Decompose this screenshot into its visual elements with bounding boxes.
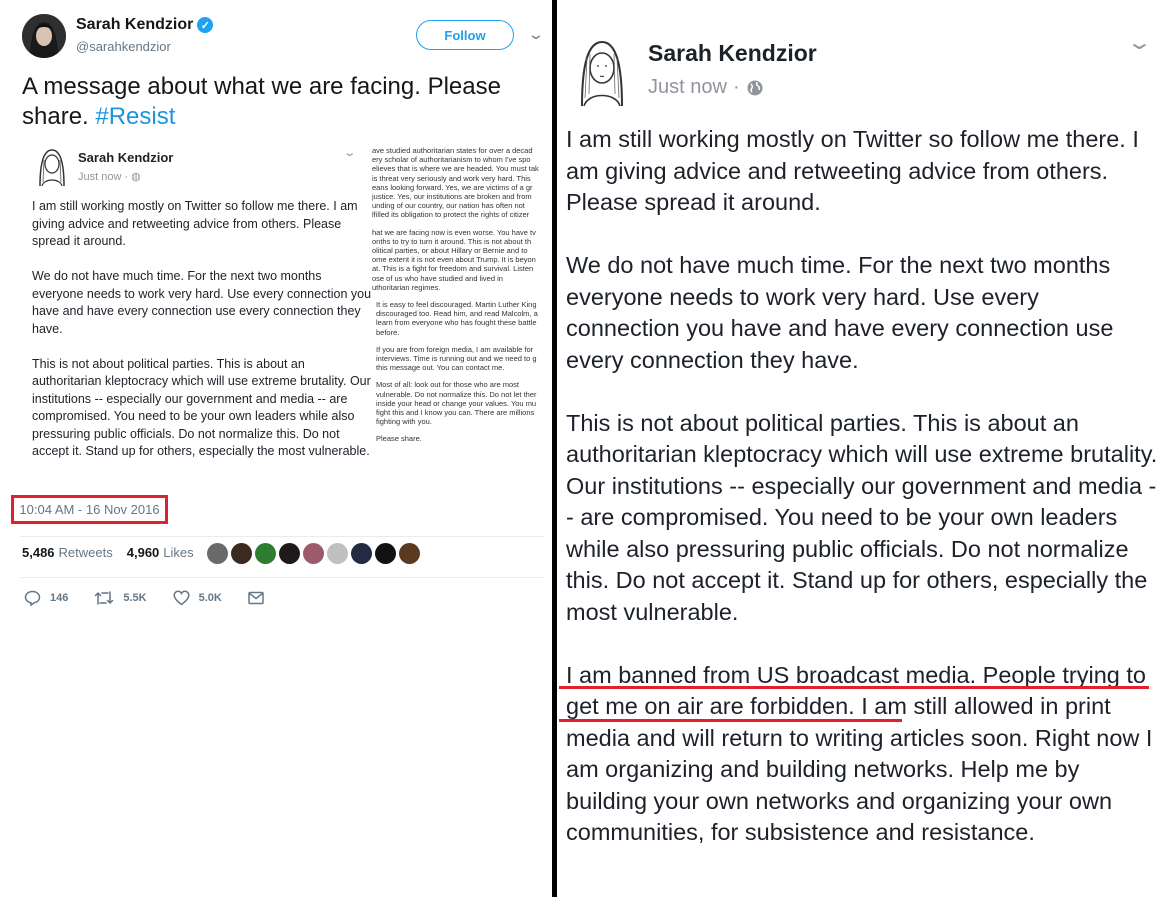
col2-block-f: Please share. xyxy=(372,434,548,443)
column-line: ave studied authoritarian states for ove… xyxy=(372,146,533,155)
meta-dot: · xyxy=(732,76,740,98)
column-line: elieves that is where we are headed. You… xyxy=(372,164,539,174)
embed-paragraph-1: I am still working mostly on Twitter so … xyxy=(32,199,358,248)
liker-avatar[interactable] xyxy=(231,543,252,564)
verified-icon: ✓ xyxy=(197,17,214,33)
post-paragraph-1: I am still working mostly on Twitter so … xyxy=(566,126,1139,215)
author-handle[interactable]: @sarahkendzior xyxy=(76,39,171,54)
column-line: It is easy to feel discouraged. Martin L… xyxy=(376,300,537,310)
column-line: Please share. xyxy=(376,434,422,444)
embed-meta: Just now · ◍ xyxy=(78,171,141,183)
col2-block-d: If you are from foreign media, I am avai… xyxy=(372,345,548,373)
chevron-down-icon[interactable]: ⌄ xyxy=(527,26,545,43)
highlight-underline xyxy=(559,719,902,722)
reply-icon xyxy=(24,590,41,606)
post-author-name[interactable]: Sarah Kendzior xyxy=(648,40,817,67)
liker-avatar[interactable] xyxy=(279,543,300,564)
chevron-down-icon[interactable]: ⌄ xyxy=(1126,30,1153,55)
post-paragraph-2: We do not have much time. For the next t… xyxy=(566,252,1114,373)
column-line: ose of us who have studied and lived in xyxy=(372,273,503,283)
liker-avatar[interactable] xyxy=(351,543,372,564)
column-line: interviews. Time is running out and we n… xyxy=(376,354,537,364)
column-line: before. xyxy=(376,327,400,337)
likers-avatars[interactable] xyxy=(207,543,420,564)
liker-avatar[interactable] xyxy=(375,543,396,564)
message-icon xyxy=(248,591,264,605)
author-name-text[interactable]: Sarah Kendzior xyxy=(76,16,193,34)
author-name[interactable]: Sarah Kendzior ✓ xyxy=(76,16,214,34)
post-meta: Just now · xyxy=(648,76,764,99)
embed-paragraph-3: This is not about political parties. Thi… xyxy=(32,356,371,459)
retweets-count[interactable]: 5,486 xyxy=(22,545,55,560)
column-line: discouraged too. Read him, and read Malc… xyxy=(376,309,538,319)
col2-block-e: Most of all: look out for those who are … xyxy=(372,380,548,426)
post-zoom-panel: Sarah Kendzior Just now · ⌄ I am still w… xyxy=(557,0,1165,897)
tweet-body: A message about what we are facing. Plea… xyxy=(22,73,501,130)
tweet-actions: 146 5.5K 5.0K xyxy=(24,590,290,606)
liker-avatar[interactable] xyxy=(399,543,420,564)
embed-author-name: Sarah Kendzior xyxy=(78,150,174,165)
reply-count: 146 xyxy=(50,592,69,604)
reply-button[interactable]: 146 xyxy=(24,590,68,606)
embed-chevron-icon: ⌄ xyxy=(342,147,357,159)
like-button[interactable]: 5.0K xyxy=(173,590,222,606)
tweet-stats: 5,486 Retweets 4,960 Likes xyxy=(22,545,194,560)
col2-block-a: ave studied authoritarian states for ove… xyxy=(372,146,548,220)
retweet-count: 5.5K xyxy=(123,592,147,604)
column-line: is threat very seriously and work very h… xyxy=(372,173,531,183)
column-line: eans looking forward. Yes, we are victim… xyxy=(372,182,533,192)
column-line: learn from everyone who has fought these… xyxy=(376,318,537,328)
likes-count[interactable]: 4,960 xyxy=(127,545,160,560)
column-line: inside your head or change your values. … xyxy=(376,398,537,408)
like-count: 5.0K xyxy=(198,592,222,604)
column-line: If you are from foreign media, I am avai… xyxy=(376,344,534,354)
column-line: at. This is a fight for freedom and surv… xyxy=(372,264,534,274)
col2-block-b: hat we are facing now is even worse. You… xyxy=(372,228,548,292)
tweet-text: A message about what we are facing. Plea… xyxy=(22,72,532,132)
column-line: justice. Yes, our institutions are broke… xyxy=(372,192,532,202)
retweets-label[interactable]: Retweets xyxy=(59,545,113,560)
divider xyxy=(20,577,544,578)
column-line: onths to try to turn it around. This is … xyxy=(372,236,532,246)
column-line: ome extent it is not even about Trump. I… xyxy=(372,255,536,265)
column-line: this message out. You can contact me. xyxy=(376,363,505,373)
post-time[interactable]: Just now xyxy=(648,76,727,99)
timestamp[interactable]: 10:04 AM - 16 Nov 2016 xyxy=(11,495,168,524)
column-line: lfilled its obligation to protect the ri… xyxy=(372,210,530,220)
column-line: fighting with you. xyxy=(376,417,432,427)
liker-avatar[interactable] xyxy=(327,543,348,564)
avatar[interactable] xyxy=(22,14,66,58)
avatar-drawing-icon xyxy=(572,36,632,107)
hashtag-link[interactable]: #Resist xyxy=(95,103,175,130)
col2-block-c: It is easy to feel discouraged. Martin L… xyxy=(372,300,548,337)
avatar-drawing-icon xyxy=(34,146,70,187)
globe-icon xyxy=(747,80,763,95)
tweet-image[interactable]: Sarah Kendzior Just now · ◍ ⌄ I am still… xyxy=(22,140,548,500)
divider xyxy=(20,536,544,537)
column-line: vulnerable. Do not normalize this. Do no… xyxy=(376,389,537,399)
embed-paragraph-2: We do not have much time. For the next t… xyxy=(32,269,372,336)
like-icon xyxy=(173,590,190,606)
embed-body: I am still working mostly on Twitter so … xyxy=(32,198,372,478)
column-line: Most of all: look out for those who are … xyxy=(376,380,519,390)
liker-avatar[interactable] xyxy=(303,543,324,564)
column-line: uthoritarian regimes. xyxy=(372,282,441,292)
column-line: unding of our country, our nation has of… xyxy=(372,201,525,211)
post-paragraph-3: This is not about political parties. Thi… xyxy=(566,409,1158,625)
liker-avatar[interactable] xyxy=(255,543,276,564)
retweet-icon xyxy=(95,591,114,605)
column-line: ery scholar of authoritarianism to whom … xyxy=(372,155,531,165)
message-button[interactable] xyxy=(248,591,264,605)
post-body: I am still working mostly on Twitter so … xyxy=(566,124,1158,880)
column-line: olitical parties, or about Hillary or Be… xyxy=(372,246,528,256)
retweet-button[interactable]: 5.5K xyxy=(94,590,147,606)
likes-label[interactable]: Likes xyxy=(163,545,193,560)
tweet-panel: Sarah Kendzior ✓ @sarahkendzior Follow ⌄… xyxy=(0,0,552,897)
liker-avatar[interactable] xyxy=(207,543,228,564)
embed-second-column: ave studied authoritarian states for ove… xyxy=(372,146,548,452)
column-line: fight this and I know you can. There are… xyxy=(376,408,535,418)
column-line: hat we are facing now is even worse. You… xyxy=(372,227,536,237)
follow-button[interactable]: Follow xyxy=(416,20,514,50)
highlight-underline xyxy=(559,686,1149,689)
